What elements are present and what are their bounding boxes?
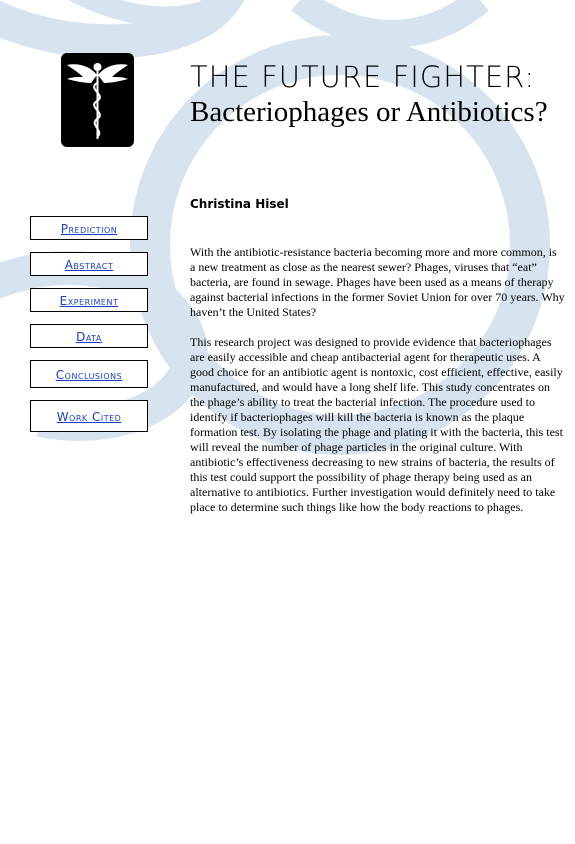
page-title-line-1: THE FUTURE FIGHTER: xyxy=(190,60,536,94)
nav-abstract-link[interactable]: Abstract xyxy=(30,252,148,276)
nav-prediction-link[interactable]: Prediction xyxy=(30,216,148,240)
nav-conclusions-link[interactable]: Conclusions xyxy=(30,360,148,388)
nav-data-link[interactable]: Data xyxy=(30,324,148,348)
abstract-paragraph: This research project was designed to pr… xyxy=(190,335,563,514)
nav-work-cited-link[interactable]: Work Cited xyxy=(30,400,148,432)
caduceus-icon xyxy=(61,53,134,147)
author-name: Christina Hisel xyxy=(190,197,289,211)
page-title-line-2: Bacteriophages or Antibiotics? xyxy=(190,96,548,128)
nav-experiment-link[interactable]: Experiment xyxy=(30,288,148,312)
intro-paragraph: With the antibiotic-resistance bacteria … xyxy=(190,245,565,319)
